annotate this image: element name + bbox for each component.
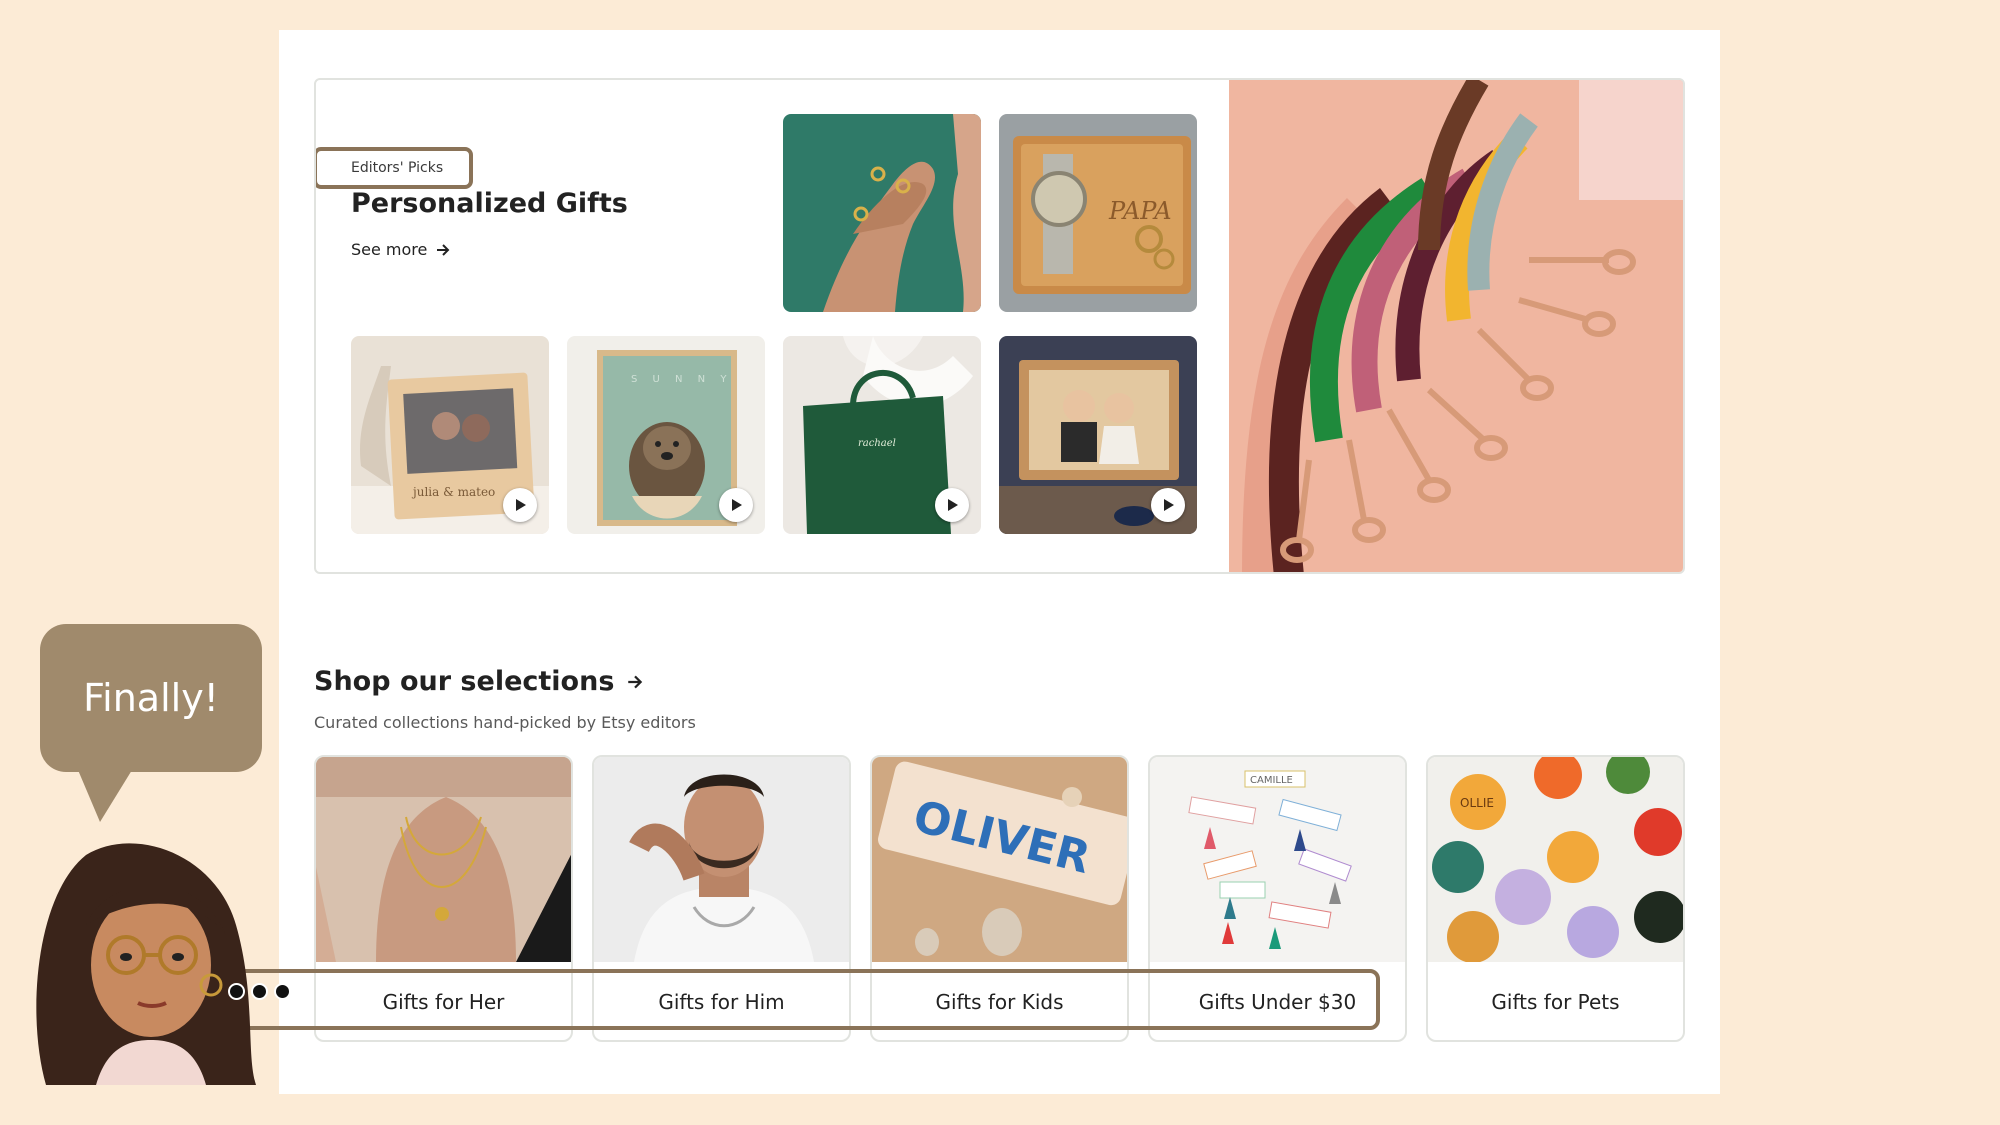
tote-bag-image[interactable]: rachael	[783, 336, 981, 534]
typing-dots	[228, 983, 291, 1000]
content-page: Editors' Picks Personalized Gifts See mo…	[279, 30, 1720, 1094]
see-more-label: See more	[351, 240, 428, 259]
shop-selections-subtitle: Curated collections hand-picked by Etsy …	[314, 713, 696, 732]
bitmoji-avatar	[26, 835, 256, 1085]
shop-selections-label: Shop our selections	[314, 666, 615, 697]
tile-label: Gifts for Pets	[1491, 990, 1620, 1014]
rings-hands-image[interactable]	[783, 114, 981, 312]
svg-text:rachael: rachael	[858, 438, 896, 449]
editors-picks-title: Personalized Gifts	[351, 188, 628, 219]
leather-leashes-image[interactable]	[1229, 80, 1683, 572]
play-icon[interactable]	[935, 488, 969, 522]
editors-picks-card: Editors' Picks Personalized Gifts See mo…	[314, 78, 1685, 574]
pet-tag-text: OLLIE	[1460, 796, 1494, 810]
arrow-right-icon	[628, 675, 643, 688]
speech-bubble-tail	[78, 770, 132, 822]
dog-portrait-image[interactable]: S U N N Y	[567, 336, 765, 534]
eyebrow-highlight-box	[316, 147, 473, 189]
name-puzzle-image: OLIVER	[872, 757, 1127, 962]
arrow-right-icon	[437, 243, 450, 256]
svg-text:PAPA: PAPA	[1108, 197, 1172, 225]
photo-frame-image[interactable]: julia & mateo	[351, 336, 549, 534]
svg-text:julia & mateo: julia & mateo	[411, 485, 495, 499]
svg-text:S U N N Y: S U N N Y	[631, 374, 732, 385]
pet-tags-image: OLLIE	[1428, 757, 1683, 963]
play-icon[interactable]	[1151, 488, 1185, 522]
tag-text: CAMILLE	[1250, 775, 1293, 786]
keychain-tags-image: CAMILLE	[1150, 757, 1405, 962]
wooden-couple-frame-image[interactable]	[999, 336, 1197, 534]
shop-selections-title[interactable]: Shop our selections	[314, 666, 644, 697]
play-icon[interactable]	[719, 488, 753, 522]
see-more-link[interactable]: See more	[351, 240, 451, 259]
speech-bubble: Finally!	[40, 624, 262, 772]
speech-bubble-text: Finally!	[83, 676, 219, 720]
play-icon[interactable]	[503, 488, 537, 522]
engraved-watch-tray-image[interactable]: PAPA	[999, 114, 1197, 312]
necklace-image	[316, 757, 571, 962]
man-necklace-image	[594, 757, 849, 962]
tile-gifts-for-pets[interactable]: OLLIE Gifts for Pets	[1426, 755, 1685, 1042]
